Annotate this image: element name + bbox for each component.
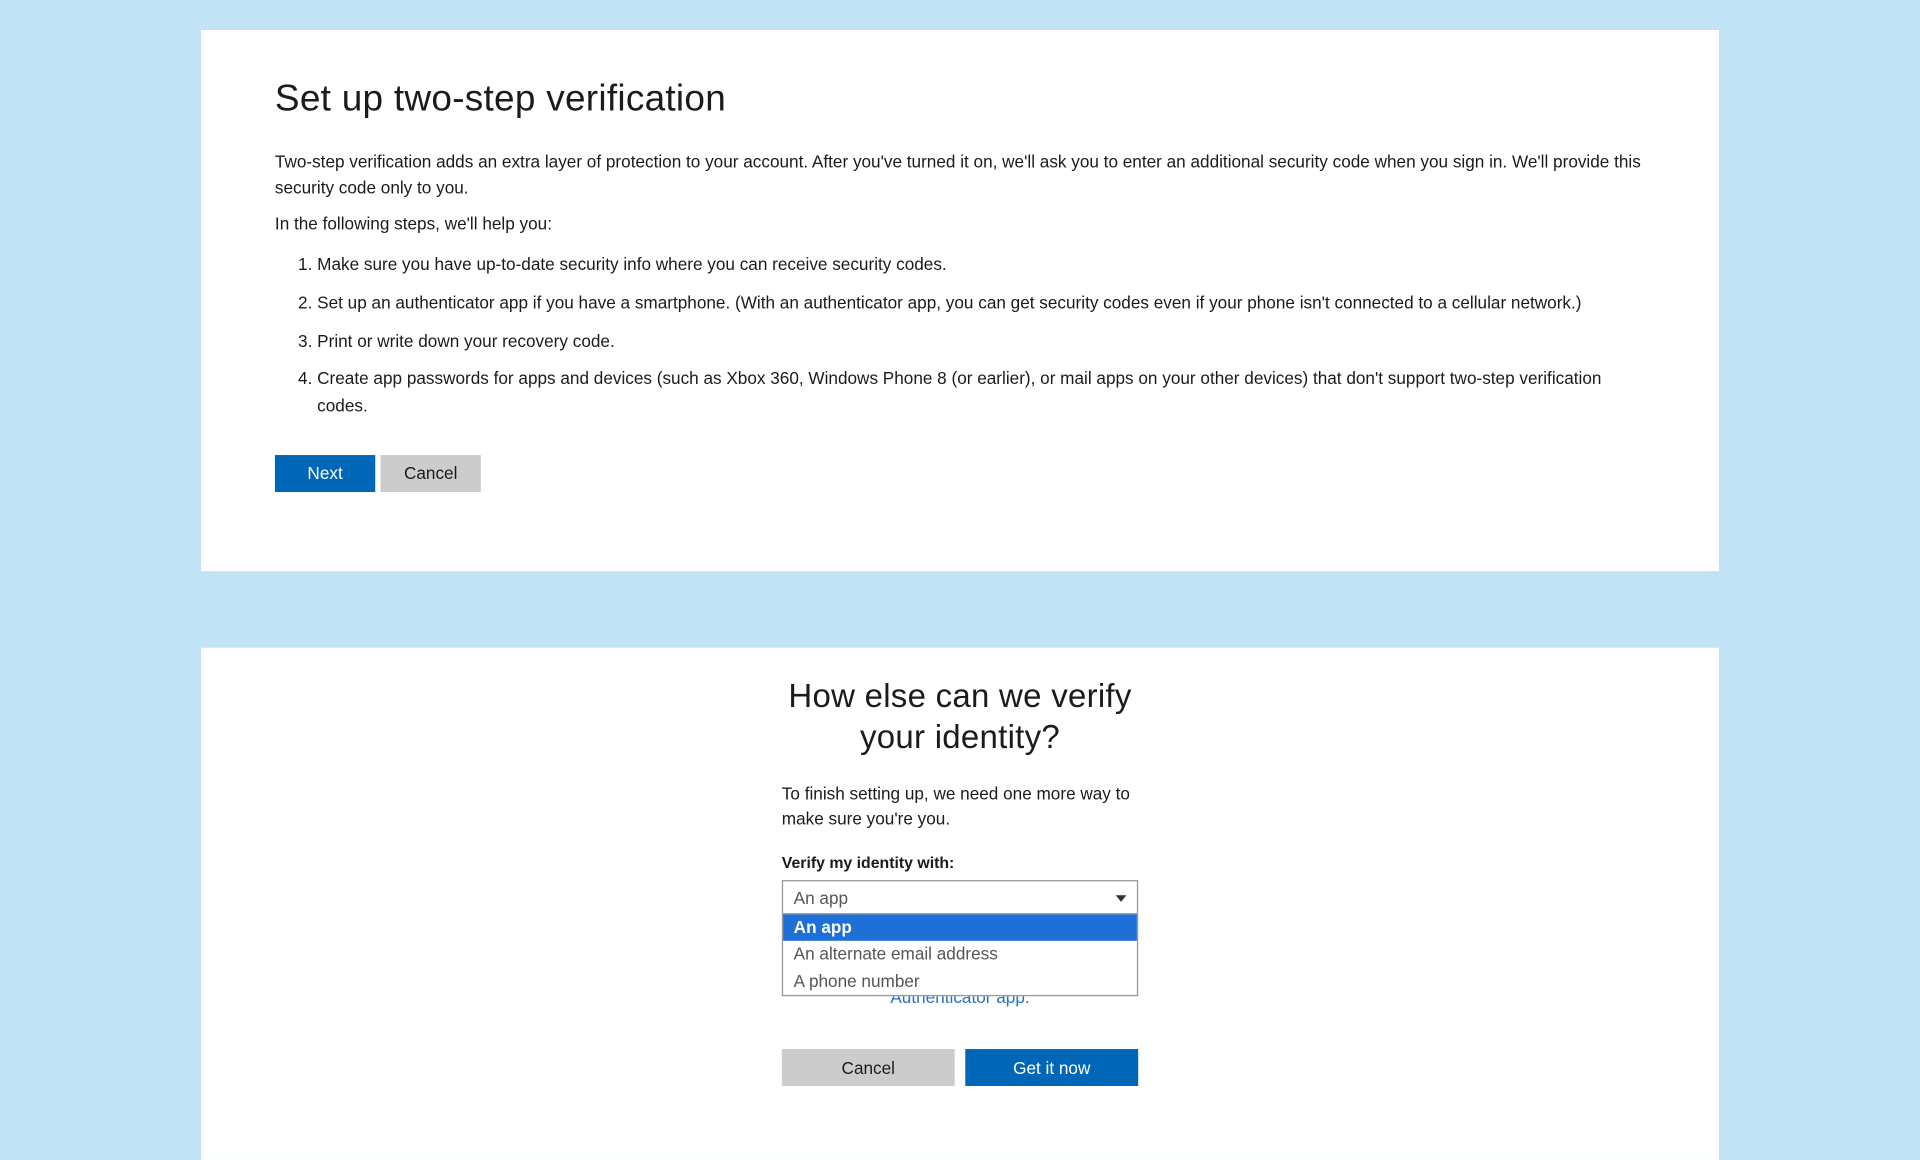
setup-two-step-panel: Set up two-step verification Two-step ve… xyxy=(201,30,1719,571)
sub-text: To finish setting up, we need one more w… xyxy=(782,783,1138,833)
field-label: Verify my identity with: xyxy=(782,854,1138,872)
dropdown-option-phone[interactable]: A phone number xyxy=(783,968,1137,995)
intro-text: Two-step verification adds an extra laye… xyxy=(275,149,1645,200)
cancel-button[interactable]: Cancel xyxy=(782,1049,955,1086)
step-item: Set up an authenticator app if you have … xyxy=(317,290,1645,317)
identity-method-dropdown: An app An alternate email address A phon… xyxy=(782,913,1138,996)
identity-method-select[interactable]: An app xyxy=(782,880,1138,914)
page-title: How else can we verify your identity? xyxy=(782,677,1138,760)
verify-identity-panel: How else can we verify your identity? To… xyxy=(201,648,1719,1160)
step-item: Make sure you have up-to-date security i… xyxy=(317,252,1645,279)
next-button[interactable]: Next xyxy=(275,455,375,492)
intro-text-2: In the following steps, we'll help you: xyxy=(275,213,1645,233)
step-item: Print or write down your recovery code. xyxy=(317,328,1645,355)
select-value: An app xyxy=(794,888,848,908)
button-row: Cancel Get it now xyxy=(782,1049,1138,1086)
button-row: Next Cancel xyxy=(275,455,1645,492)
page-title: Set up two-step verification xyxy=(275,78,1645,120)
step-item: Create app passwords for apps and device… xyxy=(317,366,1645,421)
cancel-button[interactable]: Cancel xyxy=(381,455,481,492)
steps-list: Make sure you have up-to-date security i… xyxy=(275,252,1645,421)
dropdown-option-email[interactable]: An alternate email address xyxy=(783,941,1137,968)
dropdown-option-app[interactable]: An app xyxy=(783,915,1137,942)
identity-method-select-wrap: An app An app An alternate email address… xyxy=(782,880,1138,914)
get-it-now-button[interactable]: Get it now xyxy=(965,1049,1138,1086)
